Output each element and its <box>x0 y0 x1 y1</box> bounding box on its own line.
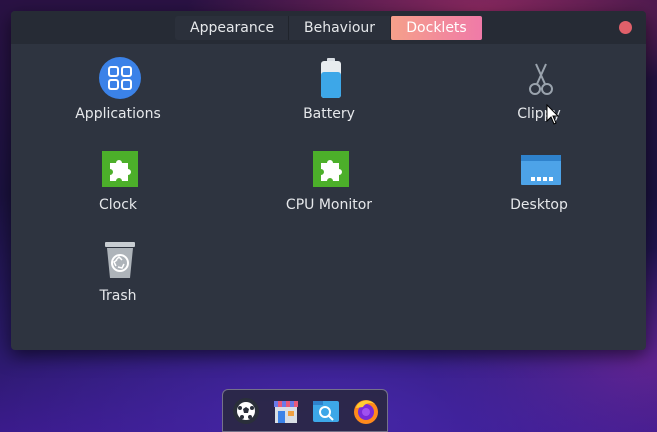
tab-docklets[interactable]: Docklets <box>391 16 482 40</box>
docklet-cpu-monitor[interactable]: CPU Monitor <box>249 135 409 215</box>
docklet-label: Trash <box>99 288 137 304</box>
battery-icon <box>321 58 341 98</box>
docklet-desktop[interactable]: Desktop <box>459 135 619 215</box>
desktop-folder-icon <box>521 155 561 185</box>
tab-appearance[interactable]: Appearance <box>175 16 289 40</box>
docklet-clock[interactable]: Clock <box>38 135 198 215</box>
docklet-applications[interactable]: Applications <box>38 44 198 124</box>
docklet-label: CPU Monitor <box>285 197 373 213</box>
docklet-label: Clippy <box>517 106 561 122</box>
file-search-icon[interactable] <box>311 396 341 426</box>
dock <box>222 389 388 432</box>
settings-window: Appearance Behaviour Docklets Applicatio… <box>11 11 646 350</box>
docklet-label: Battery <box>303 106 355 122</box>
docklet-clippy[interactable]: Clippy <box>459 44 619 124</box>
docklet-trash[interactable]: Trash <box>38 226 198 306</box>
tab-behaviour[interactable]: Behaviour <box>289 16 391 40</box>
puzzle-icon <box>102 151 138 187</box>
docklet-label: Clock <box>98 197 138 213</box>
puzzle-icon <box>313 151 349 187</box>
firefox-icon[interactable] <box>351 396 381 426</box>
store-icon[interactable] <box>271 396 301 426</box>
tab-bar: Appearance Behaviour Docklets <box>175 16 482 40</box>
apps-grid-icon <box>99 57 141 99</box>
docklet-grid: Applications Battery Clippy Clock CPU Mo… <box>11 44 646 350</box>
docklet-battery[interactable]: Battery <box>249 44 409 124</box>
docklet-label: Applications <box>75 106 161 122</box>
mouse-cursor-icon <box>546 104 560 125</box>
trash-icon <box>105 242 135 278</box>
scissors-icon <box>529 63 553 95</box>
close-button[interactable] <box>619 21 632 34</box>
title-bar: Appearance Behaviour Docklets <box>11 11 646 44</box>
soccer-ball-icon[interactable] <box>231 396 261 426</box>
docklet-label: Desktop <box>510 197 568 213</box>
